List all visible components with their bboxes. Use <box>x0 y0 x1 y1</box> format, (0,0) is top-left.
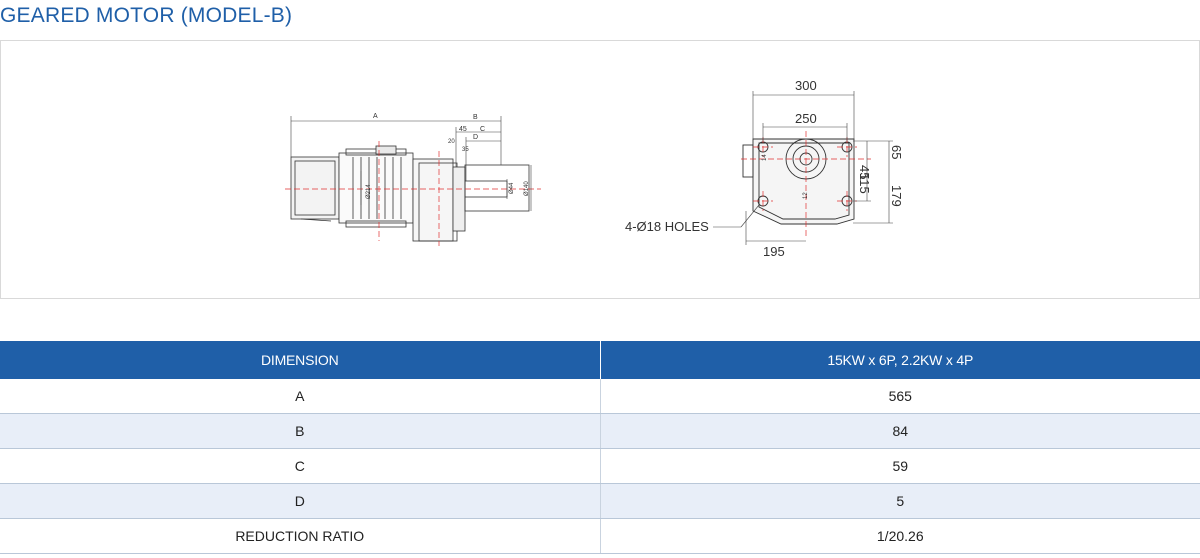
table-row: REDUCTION RATIO 1/20.26 <box>0 518 1200 554</box>
front-view-drawing <box>742 138 855 225</box>
header-dimension: DIMENSION <box>0 341 601 379</box>
dim-label-179: 179 <box>889 185 904 207</box>
dim-label-195: 195 <box>763 244 785 259</box>
dim-label-a: A <box>373 113 378 120</box>
value-cell: 1/20.26 <box>600 518 1200 554</box>
technical-drawing: A B C D 45 20 35 Ø44 Ø140 Ø214 300 250 4… <box>285 78 904 259</box>
table-row: D 5 <box>0 483 1200 519</box>
dim-label-phi44: Ø44 <box>509 182 515 194</box>
drawing-panel: A B C D 45 20 35 Ø44 Ø140 Ø214 300 250 4… <box>0 40 1200 299</box>
value-cell: 59 <box>600 448 1200 484</box>
value-cell: 84 <box>600 413 1200 449</box>
dim-label-20: 20 <box>448 139 455 145</box>
dim-label-phi140: Ø140 <box>524 181 530 196</box>
table-row: C 59 <box>0 448 1200 484</box>
dim-label-115: 115 <box>857 173 872 194</box>
dimension-cell: REDUCTION RATIO <box>0 518 601 554</box>
dim-label-45-side: 45 <box>459 126 467 133</box>
side-view-drawing <box>290 145 530 242</box>
dim-label-c: C <box>480 126 485 133</box>
dim-label-12: 12 <box>803 192 809 199</box>
spec-table-header-row: DIMENSION 15KW x 6P, 2.2KW x 4P <box>0 341 1200 379</box>
spec-table: DIMENSION 15KW x 6P, 2.2KW x 4P A 565 B … <box>0 341 1200 554</box>
dimension-cell: B <box>0 413 601 449</box>
dim-label-35: 35 <box>462 147 469 153</box>
dimension-cell: C <box>0 448 601 484</box>
dim-label-250: 250 <box>795 111 817 126</box>
value-cell: 565 <box>600 379 1200 414</box>
table-row: B 84 <box>0 413 1200 449</box>
table-row: A 565 <box>0 379 1200 414</box>
dim-label-b: B <box>473 114 478 121</box>
dim-label-phi214: Ø214 <box>366 184 372 199</box>
page-title: GEARED MOTOR (MODEL-B) <box>0 4 293 27</box>
dimension-cell: A <box>0 379 601 414</box>
dim-label-14: 14 <box>762 154 768 161</box>
header-model-spec: 15KW x 6P, 2.2KW x 4P <box>600 341 1200 379</box>
dim-label-65: 65 <box>889 145 904 159</box>
dim-label-300: 300 <box>795 78 817 93</box>
holes-note: 4-Ø18 HOLES <box>625 219 709 234</box>
dim-label-d: D <box>473 134 478 141</box>
value-cell: 5 <box>600 483 1200 519</box>
dimension-cell: D <box>0 483 601 519</box>
